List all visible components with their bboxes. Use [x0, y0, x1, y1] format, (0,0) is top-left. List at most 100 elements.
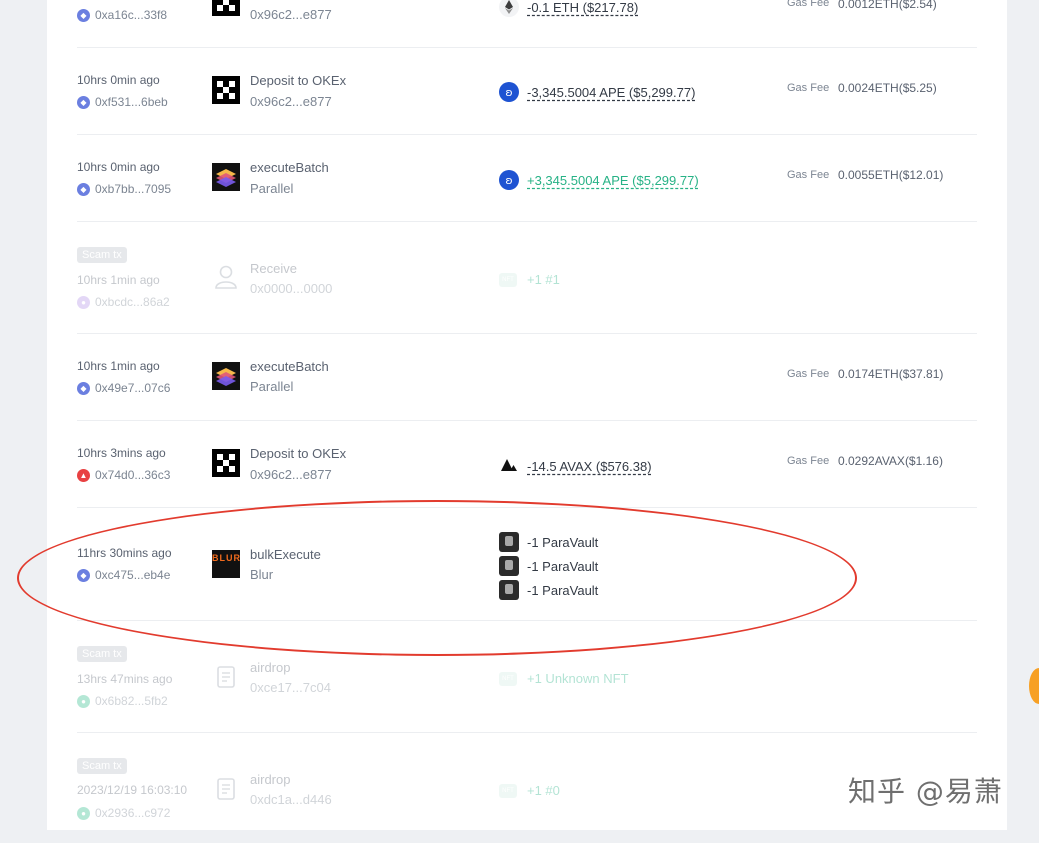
project-sub[interactable]: Blur — [250, 567, 273, 582]
nft-amount: -1 ParaVault — [527, 582, 599, 598]
tx-time: 10hrs 1min ago — [77, 273, 160, 287]
tx-address[interactable]: 0xb7bb...7095 — [95, 182, 171, 196]
table-row[interactable]: ◆ 0xa16c...33f8 0x96c2...e877 -0.1 ETH (… — [77, 0, 977, 48]
tx-time: 10hrs 0min ago — [77, 160, 160, 174]
okex-logo-icon — [212, 76, 240, 104]
nft-icon: NFT — [499, 672, 517, 686]
table-row[interactable]: Scam tx 10hrs 1min ago ● 0xbcdc...86a2 R… — [77, 222, 977, 334]
project-address[interactable]: 0xce17...7c04 — [250, 680, 331, 695]
eth-token-icon — [499, 0, 519, 17]
tx-time: 10hrs 3mins ago — [77, 446, 166, 460]
gas-fee-label: Gas Fee — [787, 0, 830, 9]
project-name[interactable]: Deposit to OKEx — [250, 73, 346, 88]
chain-icon: ● — [77, 295, 90, 309]
gas-fee-value: 0.0024ETH($5.25) — [838, 81, 937, 95]
svg-text:ʚ: ʚ — [505, 86, 512, 99]
table-row[interactable]: Scam tx 13hrs 47mins ago ● 0x6b82...5fb2… — [77, 621, 977, 733]
avalanche-chain-icon: ▲ — [77, 468, 90, 482]
tx-address[interactable]: 0x6b82...5fb2 — [95, 694, 168, 708]
nft-transfer-item[interactable]: -1 ParaVault — [499, 532, 598, 552]
gas-fee-value: 0.0012ETH($2.54) — [838, 0, 937, 11]
tx-address[interactable]: 0xf531...6beb — [95, 95, 168, 109]
project-name[interactable]: airdrop — [250, 660, 290, 675]
contract-icon — [217, 778, 235, 800]
tx-address[interactable]: 0x74d0...36c3 — [95, 468, 170, 482]
tx-time: 11hrs 30mins ago — [77, 546, 172, 560]
paravault-nft-thumbnail — [499, 580, 519, 600]
gas-fee-value: 0.0174ETH($37.81) — [838, 367, 944, 381]
nft-amount[interactable]: +1 Unknown NFT — [527, 671, 629, 686]
table-row[interactable]: 11hrs 30mins ago ◆ 0xc475...eb4e BLUR bu… — [77, 508, 977, 621]
tx-time: 10hrs 0min ago — [77, 73, 160, 87]
blur-logo-icon: BLUR — [212, 550, 240, 578]
project-name[interactable]: executeBatch — [250, 160, 329, 175]
tx-address[interactable]: 0xbcdc...86a2 — [95, 295, 170, 309]
table-row[interactable]: 10hrs 0min ago ◆ 0xf531...6beb Deposit t… — [77, 48, 977, 135]
chain-icon: ● — [77, 694, 90, 708]
address-line: ● 0xbcdc...86a2 — [77, 295, 170, 309]
token-amount[interactable]: -14.5 AVAX ($576.38) — [527, 459, 652, 474]
tx-address[interactable]: 0xc475...eb4e — [95, 568, 170, 582]
project-sub[interactable]: Parallel — [250, 181, 293, 196]
table-row[interactable]: 10hrs 3mins ago ▲ 0x74d0...36c3 Deposit … — [77, 421, 977, 508]
table-row[interactable]: 10hrs 1min ago ◆ 0x49e7...07c6 executeBa… — [77, 334, 977, 421]
token-amount[interactable]: +3,345.5004 APE ($5,299.77) — [527, 173, 699, 188]
project-sub[interactable]: Parallel — [250, 379, 293, 394]
project-name[interactable]: Receive — [250, 261, 297, 276]
gas-fee-value: 0.0292AVAX($1.16) — [838, 454, 943, 468]
address-line: ● 0x6b82...5fb2 — [77, 694, 168, 708]
address-line: ● 0x2936...c972 — [77, 806, 170, 820]
gas-fee-value: 0.0055ETH($12.01) — [838, 168, 944, 182]
tx-address[interactable]: 0x49e7...07c6 — [95, 381, 170, 395]
address-line: ▲ 0x74d0...36c3 — [77, 468, 170, 482]
token-amount[interactable]: -0.1 ETH ($217.78) — [527, 0, 638, 15]
address-line: ◆ 0xb7bb...7095 — [77, 182, 171, 196]
chain-icon: ● — [77, 806, 90, 820]
nft-amount: -1 ParaVault — [527, 534, 599, 550]
project-name[interactable]: executeBatch — [250, 359, 329, 374]
gas-fee-label: Gas Fee — [787, 368, 830, 380]
project-name[interactable]: airdrop — [250, 772, 290, 787]
tx-time: 13hrs 47mins ago — [77, 672, 173, 686]
token-amount[interactable]: -3,345.5004 APE ($5,299.77) — [527, 85, 695, 100]
address-line: ◆ 0x49e7...07c6 — [77, 381, 170, 395]
avax-token-icon — [501, 459, 517, 471]
project-address[interactable]: 0x96c2...e877 — [250, 7, 332, 22]
ethereum-chain-icon: ◆ — [77, 381, 90, 395]
gas-fee-label: Gas Fee — [787, 82, 830, 94]
tx-address[interactable]: 0xa16c...33f8 — [95, 8, 167, 22]
tx-time: 10hrs 1min ago — [77, 359, 160, 373]
address-line: ◆ 0xc475...eb4e — [77, 568, 170, 582]
project-address[interactable]: 0xdc1a...d446 — [250, 792, 332, 807]
table-row[interactable]: Scam tx 2023/12/19 16:03:10 ● 0x2936...c… — [77, 733, 977, 843]
scam-tx-badge: Scam tx — [77, 758, 127, 774]
nft-amount[interactable]: +1 #1 — [527, 272, 560, 287]
parallel-logo-icon — [212, 163, 240, 191]
nft-icon: NFT — [499, 784, 517, 798]
ape-token-icon: ʚ — [499, 82, 519, 102]
tx-time: 2023/12/19 16:03:10 — [77, 783, 188, 797]
project-address[interactable]: 0x96c2...e877 — [250, 94, 332, 109]
user-icon — [215, 265, 237, 289]
floating-action-button[interactable] — [1029, 668, 1039, 704]
nft-amount[interactable]: +1 #0 — [527, 783, 560, 798]
okex-logo-icon — [212, 0, 240, 16]
ethereum-chain-icon: ◆ — [77, 95, 90, 109]
nft-transfer-item[interactable]: -1 ParaVault — [499, 556, 598, 576]
project-address[interactable]: 0x0000...0000 — [250, 281, 332, 296]
paravault-nft-thumbnail — [499, 556, 519, 576]
address-line: ◆ 0xa16c...33f8 — [77, 8, 167, 22]
project-name[interactable]: bulkExecute — [250, 547, 321, 562]
paravault-nft-thumbnail — [499, 532, 519, 552]
table-row[interactable]: 10hrs 0min ago ◆ 0xb7bb...7095 executeBa… — [77, 135, 977, 222]
address-line: ◆ 0xf531...6beb — [77, 95, 168, 109]
project-name[interactable]: Deposit to OKEx — [250, 446, 346, 461]
parallel-logo-icon — [212, 362, 240, 390]
svg-text:ʚ: ʚ — [505, 174, 512, 187]
scam-tx-badge: Scam tx — [77, 247, 127, 263]
ethereum-chain-icon: ◆ — [77, 8, 90, 22]
tx-address[interactable]: 0x2936...c972 — [95, 806, 170, 820]
project-address[interactable]: 0x96c2...e877 — [250, 467, 332, 482]
nft-transfer-item[interactable]: -1 ParaVault — [499, 580, 598, 600]
transaction-history-panel: ◆ 0xa16c...33f8 0x96c2...e877 -0.1 ETH (… — [47, 0, 1007, 830]
